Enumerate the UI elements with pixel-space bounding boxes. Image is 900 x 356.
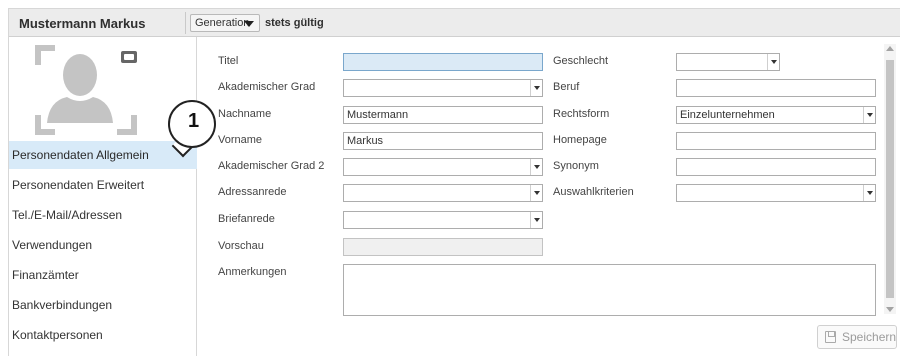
- label-titel: Titel: [218, 55, 239, 67]
- sidebar-item-bankverbindungen[interactable]: Bankverbindungen: [9, 291, 197, 319]
- callout-number: 1: [188, 110, 200, 132]
- anmerkungen-textarea[interactable]: [343, 264, 876, 316]
- label-nachname: Nachname: [218, 108, 272, 120]
- generation-group: Generation: [185, 12, 260, 34]
- label-vorschau: Vorschau: [218, 240, 264, 252]
- callout-badge: 1: [168, 100, 216, 148]
- person-name: Mustermann Markus: [19, 16, 146, 31]
- chevron-down-icon[interactable]: [530, 159, 542, 175]
- vorname-input[interactable]: Markus: [343, 132, 543, 150]
- akademischer-grad-2-select[interactable]: [343, 158, 543, 176]
- sidebar-item-finanzaemter[interactable]: Finanzämter: [9, 261, 197, 289]
- sidebar-item-label: Tel./E-Mail/Adressen: [12, 208, 123, 222]
- label-homepage: Homepage: [553, 134, 607, 146]
- adressanrede-select[interactable]: [343, 184, 543, 202]
- vertical-scrollbar[interactable]: [884, 44, 896, 314]
- sidebar-item-label: Personendaten Erweitert: [12, 178, 145, 192]
- sidebar-item-label: Verwendungen: [12, 238, 93, 252]
- label-briefanrede: Briefanrede: [218, 213, 275, 225]
- label-beruf: Beruf: [553, 81, 580, 93]
- chevron-down-icon[interactable]: [863, 185, 875, 201]
- sidebar-item-verwendungen[interactable]: Verwendungen: [9, 231, 197, 259]
- briefanrede-select[interactable]: [343, 211, 543, 229]
- sidebar: Personendaten Allgemein Personendaten Er…: [9, 37, 197, 356]
- scroll-down-icon[interactable]: [886, 307, 894, 312]
- sidebar-item-label: Bankverbindungen: [12, 298, 113, 312]
- titel-input[interactable]: [343, 53, 543, 71]
- sidebar-item-kontaktpersonen[interactable]: Kontaktpersonen: [9, 321, 197, 349]
- label-anmerkungen: Anmerkungen: [218, 266, 287, 278]
- save-icon: [825, 331, 836, 343]
- label-geschlecht: Geschlecht: [553, 55, 609, 67]
- generation-dropdown[interactable]: Generation: [190, 14, 260, 32]
- sidebar-item-tel-email-adressen[interactable]: Tel./E-Mail/Adressen: [9, 201, 197, 229]
- label-adressanrede: Adressanrede: [218, 186, 287, 198]
- sidebar-item-label: Kontaktpersonen: [12, 328, 103, 342]
- chevron-down-icon[interactable]: [767, 54, 779, 70]
- save-label: Speichern: [842, 330, 897, 344]
- sidebar-item-personendaten-allgemein[interactable]: Personendaten Allgemein: [9, 141, 197, 169]
- chevron-down-icon[interactable]: [530, 212, 542, 228]
- sidebar-item-label: Finanzämter: [12, 268, 79, 282]
- chevron-down-icon: [244, 21, 254, 27]
- chevron-down-icon[interactable]: [863, 107, 875, 123]
- label-akademischer-grad: Akademischer Grad: [218, 81, 316, 93]
- sidebar-item-label: Personendaten Allgemein: [12, 148, 149, 162]
- scroll-thumb[interactable]: [886, 60, 894, 298]
- vorschau-field: [343, 238, 543, 256]
- chevron-down-icon[interactable]: [530, 80, 542, 96]
- akademischer-grad-select[interactable]: [343, 79, 543, 97]
- label-synonym: Synonym: [553, 160, 599, 172]
- label-akademischer-grad-2: Akademischer Grad 2: [218, 160, 325, 172]
- label-vorname: Vorname: [218, 134, 263, 146]
- geschlecht-select[interactable]: [676, 53, 780, 71]
- rechtsform-value: Einzelunternehmen: [680, 109, 775, 121]
- image-icon[interactable]: [121, 51, 137, 63]
- validity-text: stets gültig: [265, 17, 324, 29]
- nachname-input[interactable]: Mustermann: [343, 106, 543, 124]
- rechtsform-select[interactable]: Einzelunternehmen: [676, 106, 876, 124]
- label-auswahlkriterien: Auswahlkriterien: [553, 186, 634, 198]
- save-button[interactable]: Speichern: [817, 325, 897, 349]
- label-rechtsform: Rechtsform: [553, 108, 610, 120]
- scroll-up-icon[interactable]: [886, 46, 894, 51]
- chevron-down-icon[interactable]: [530, 185, 542, 201]
- generation-label: Generation: [195, 17, 250, 29]
- synonym-input[interactable]: [676, 158, 876, 176]
- beruf-input[interactable]: [676, 79, 876, 97]
- sidebar-item-personendaten-erweitert[interactable]: Personendaten Erweitert: [9, 171, 197, 199]
- auswahlkriterien-select[interactable]: [676, 184, 876, 202]
- person-form: Titel Akademischer Grad Nachname Vorname…: [197, 37, 890, 356]
- homepage-input[interactable]: [676, 132, 876, 150]
- header-bar: Mustermann Markus Generation stets gülti…: [9, 9, 900, 37]
